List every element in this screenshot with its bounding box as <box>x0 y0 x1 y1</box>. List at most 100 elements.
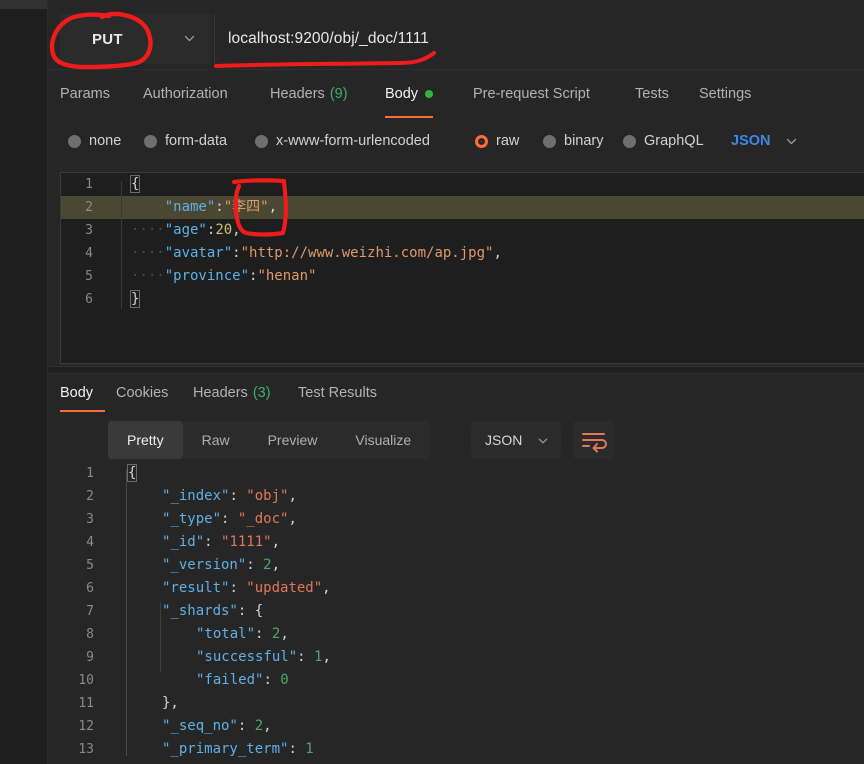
line-number: 11 <box>78 696 94 711</box>
body-type-form-data[interactable]: form-data <box>144 120 227 162</box>
response-toolbar: Pretty Raw Preview Visualize JSON <box>48 418 864 462</box>
response-view-mode-group: Pretty Raw Preview Visualize <box>108 421 431 459</box>
code-token: "total" <box>196 626 256 642</box>
body-type-graphql[interactable]: GraphQL <box>623 120 704 162</box>
code-token: : <box>255 626 272 642</box>
response-tab-test-results[interactable]: Test Results <box>298 374 377 412</box>
code-token: : <box>215 199 224 215</box>
code-token: ···· <box>131 268 165 284</box>
response-code-line: 4 "_id": "1111", <box>48 531 864 554</box>
response-code-line: 9 "successful": 1, <box>48 646 864 669</box>
line-number: 7 <box>86 604 94 619</box>
chevron-down-icon <box>785 135 798 148</box>
code-token: "李四" <box>223 199 269 215</box>
http-method-selector[interactable]: PUT <box>60 14 212 64</box>
wrap-text-button[interactable] <box>573 421 614 459</box>
response-tab-body[interactable]: Body <box>60 374 93 412</box>
code-token: "age" <box>164 222 207 238</box>
response-code-text: "_type": "_doc", <box>162 508 297 531</box>
url-bar-divider <box>214 14 215 64</box>
chevron-down-icon <box>183 32 196 45</box>
code-token: "avatar" <box>164 245 233 261</box>
view-mode-label: Pretty <box>127 432 164 448</box>
response-code-line: 12 "_seq_no": 2, <box>48 715 864 738</box>
request-body-editor[interactable]: 1{2 ····"name":"李四", 3 ····"age":20, 4 ····"a… <box>60 172 864 364</box>
left-rail-header-block <box>0 0 48 9</box>
radio-icon <box>543 134 556 148</box>
tab-authorization[interactable]: Authorization <box>143 70 228 118</box>
body-type-none[interactable]: none <box>68 120 121 162</box>
response-code-text: { <box>126 462 138 485</box>
body-type-label: GraphQL <box>644 133 704 149</box>
code-token: "_version" <box>162 557 247 573</box>
tab-tests[interactable]: Tests <box>635 70 669 118</box>
body-type-raw[interactable]: raw <box>475 120 519 162</box>
pane-divider[interactable] <box>48 366 864 374</box>
tab-label: Params <box>60 86 110 102</box>
tab-headers[interactable]: Headers (9) <box>270 70 348 118</box>
request-body-code: 1{2 ····"name":"李四", 3 ····"age":20, 4 ····"a… <box>61 173 864 311</box>
response-tab-label: Test Results <box>298 385 377 401</box>
code-token: "henan" <box>257 268 317 284</box>
code-text: ····"province":"henan" <box>131 265 316 288</box>
tab-label: Headers <box>270 86 325 102</box>
code-token: "_index" <box>162 488 230 504</box>
code-line: 4 ····"avatar":"http://www.weizhi.com/ap.… <box>61 242 864 265</box>
line-number: 5 <box>85 269 93 284</box>
tab-count: (9) <box>329 86 348 102</box>
tab-settings[interactable]: Settings <box>699 70 751 118</box>
wrap-text-icon <box>573 433 614 463</box>
postman-window: PUT localhost:9200/obj/_doc/1111 Params … <box>0 0 864 764</box>
response-tab-headers[interactable]: Headers (3) <box>193 374 271 412</box>
code-token: "province" <box>164 268 250 284</box>
code-token: , <box>322 649 331 665</box>
radio-icon <box>68 134 81 148</box>
code-token: : { <box>237 603 264 619</box>
line-number: 6 <box>85 292 93 307</box>
response-tab-count: (3) <box>252 385 271 401</box>
body-type-binary[interactable]: binary <box>543 120 604 162</box>
code-token: "successful" <box>196 649 298 665</box>
body-type-options: none form-data x-www-form-urlencoded raw… <box>48 120 864 162</box>
code-token: , <box>288 511 297 527</box>
chevron-down-icon <box>537 434 549 446</box>
response-tab-label: Cookies <box>116 385 169 401</box>
url-bar: PUT localhost:9200/obj/_doc/1111 <box>48 9 864 70</box>
response-code-text: "_seq_no": 2, <box>162 715 272 738</box>
code-token: "name" <box>164 199 216 215</box>
code-token: , <box>280 626 289 642</box>
tab-pre-request-script[interactable]: Pre-request Script <box>473 70 590 118</box>
tab-params[interactable]: Params <box>60 70 110 118</box>
view-mode-raw[interactable]: Raw <box>183 421 249 459</box>
response-format-selector[interactable]: JSON <box>471 421 561 459</box>
line-number: 2 <box>86 489 94 504</box>
body-type-label: binary <box>564 133 604 149</box>
code-token: ···· <box>131 222 165 238</box>
response-code-line: 10 "failed": 0 <box>48 669 864 692</box>
request-tabs: Params Authorization Headers (9) Body Pr… <box>48 70 864 118</box>
code-token: , <box>271 534 281 550</box>
url-input[interactable]: localhost:9200/obj/_doc/1111 <box>228 14 429 64</box>
tab-body[interactable]: Body <box>385 70 434 118</box>
code-token: 0 <box>280 672 289 688</box>
body-type-urlencoded[interactable]: x-www-form-urlencoded <box>255 120 430 162</box>
raw-format-selector[interactable]: JSON <box>731 120 798 162</box>
response-code-text: "_index": "obj", <box>162 485 297 508</box>
code-token: "_doc" <box>237 511 289 527</box>
response-body-viewer[interactable]: 1{2 "_index": "obj", 3 "_type": "_doc", 4 "_i… <box>48 462 864 764</box>
view-mode-preview[interactable]: Preview <box>249 421 337 459</box>
line-number: 3 <box>86 512 94 527</box>
code-token: : <box>221 511 238 527</box>
view-mode-pretty[interactable]: Pretty <box>108 421 183 459</box>
view-mode-visualize[interactable]: Visualize <box>336 421 430 459</box>
line-number: 2 <box>85 200 93 215</box>
code-token: } <box>129 290 141 308</box>
http-method-label: PUT <box>92 30 123 48</box>
code-token: : <box>263 672 281 688</box>
response-tab-cookies[interactable]: Cookies <box>116 374 168 412</box>
line-number: 4 <box>86 535 94 550</box>
line-number: 3 <box>85 223 93 238</box>
code-token: "_type" <box>162 511 222 527</box>
response-code-text: "_version": 2, <box>162 554 280 577</box>
body-type-label: form-data <box>165 133 228 149</box>
